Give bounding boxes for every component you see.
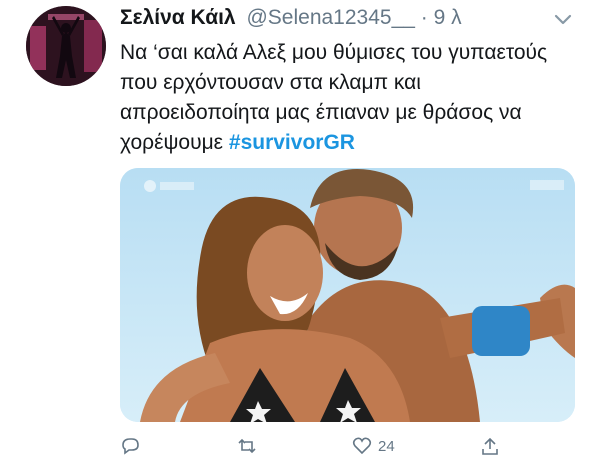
- reply-icon: [122, 438, 139, 455]
- separator-dot: ·: [420, 6, 428, 29]
- tweet-actions: 24: [120, 436, 560, 456]
- chevron-down-icon: [554, 14, 572, 25]
- hashtag-link[interactable]: #survivorGR: [229, 131, 355, 154]
- share-icon: [482, 437, 498, 455]
- avatar-image: [26, 6, 106, 86]
- retweet-icon: [238, 438, 256, 454]
- like-button[interactable]: 24: [352, 436, 395, 456]
- share-button[interactable]: [480, 436, 506, 456]
- tweet-media[interactable]: [120, 168, 575, 422]
- user-handle[interactable]: @Selena12345__: [246, 6, 414, 29]
- more-options-button[interactable]: [552, 8, 574, 30]
- reply-button[interactable]: [120, 436, 146, 456]
- heart-icon: [352, 437, 372, 455]
- tweet-text: Να ‘σαι καλά Αλεξ μου θύμισες του γυπαετ…: [120, 38, 570, 158]
- display-name[interactable]: Σελίνα Κάιλ: [120, 6, 236, 29]
- tweet-header: Σελίνα Κάιλ @Selena12345__ · 9 λ: [120, 6, 570, 32]
- tweet-photo: [120, 168, 575, 422]
- avatar[interactable]: [26, 6, 106, 86]
- retweet-button[interactable]: [236, 436, 264, 456]
- tweet-timestamp[interactable]: 9 λ: [434, 6, 462, 29]
- like-count: 24: [378, 437, 395, 455]
